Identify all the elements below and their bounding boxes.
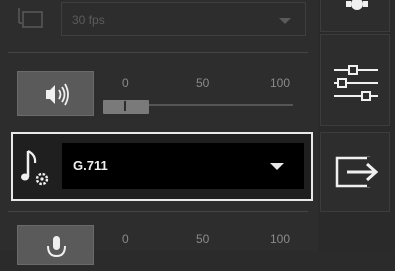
speaker-button[interactable] bbox=[17, 71, 94, 116]
frame-rate-select[interactable]: 30 fps bbox=[61, 2, 306, 36]
divider bbox=[8, 52, 308, 53]
codec-select[interactable]: G.711 bbox=[62, 143, 304, 189]
frame-rate-icon bbox=[14, 6, 46, 32]
exit-icon bbox=[335, 156, 379, 188]
settings-tab[interactable] bbox=[320, 0, 390, 32]
volume-slider-grip bbox=[124, 101, 126, 111]
microphone-icon bbox=[47, 236, 66, 258]
volume-slider-thumb[interactable] bbox=[103, 100, 149, 114]
gear-icon bbox=[346, 0, 368, 10]
microphone-button[interactable] bbox=[17, 225, 94, 265]
exit-tab[interactable] bbox=[320, 132, 390, 212]
chevron-down-icon bbox=[270, 163, 284, 170]
frame-rate-value: 30 fps bbox=[72, 13, 105, 27]
sliders-icon bbox=[334, 65, 378, 101]
audio-codec-settings-icon bbox=[20, 147, 50, 189]
mic-scale-max: 100 bbox=[270, 232, 291, 246]
mic-scale-mid: 50 bbox=[196, 232, 210, 246]
mic-scale-min: 0 bbox=[122, 232, 129, 246]
volume-scale-mid: 50 bbox=[196, 76, 210, 90]
volume-scale-max: 100 bbox=[270, 76, 291, 90]
volume-scale-min: 0 bbox=[122, 76, 129, 90]
adjustments-tab[interactable] bbox=[320, 34, 390, 126]
audio-settings-panel: 30 fps 0 50 100 G.711 0 50 100 bbox=[0, 0, 318, 265]
codec-value: G.711 bbox=[73, 158, 108, 173]
divider bbox=[8, 211, 308, 212]
chevron-down-icon bbox=[279, 18, 291, 24]
speaker-icon bbox=[46, 83, 69, 106]
